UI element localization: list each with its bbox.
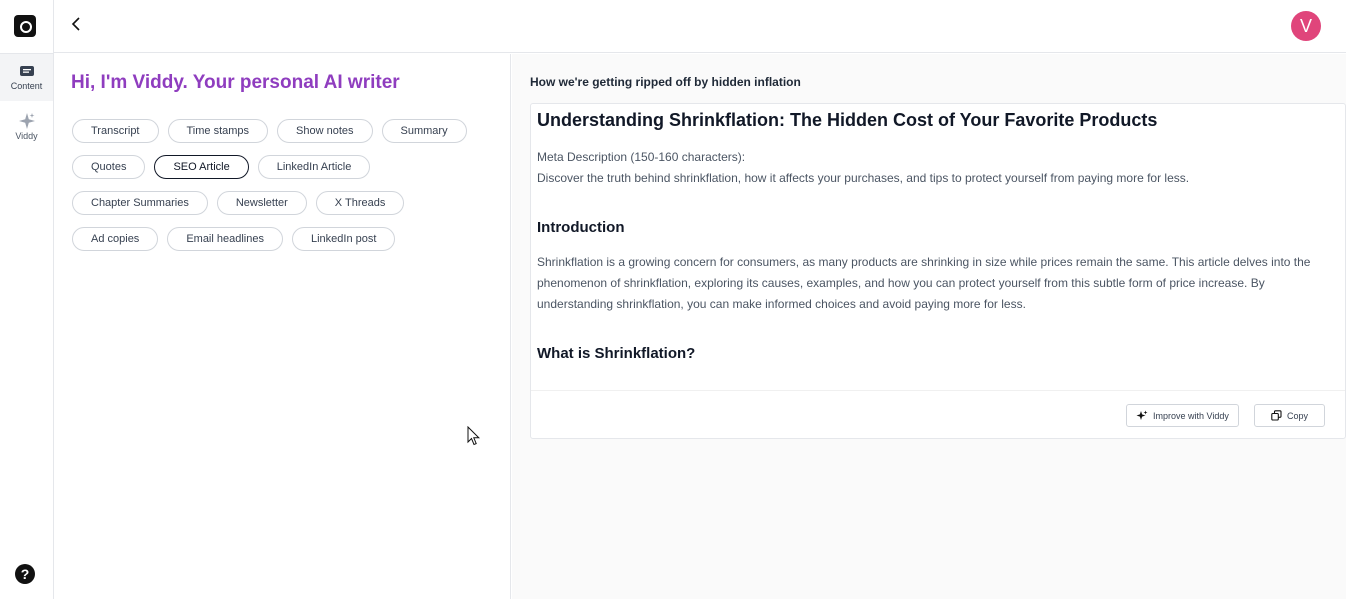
- content-type-chips: Transcript Time stamps Show notes Summar…: [72, 119, 502, 263]
- rail-item-label: Content: [10, 80, 43, 91]
- copy-button-label: Copy: [1287, 410, 1309, 421]
- sparkle-icon: [18, 113, 35, 129]
- chip-ad-copies[interactable]: Ad copies: [72, 227, 159, 251]
- sparkle-icon: [1136, 410, 1148, 422]
- chip-transcript[interactable]: Transcript: [72, 119, 159, 143]
- writer-panel: Hi, I'm Viddy. Your personal AI writer T…: [54, 54, 511, 599]
- improve-with-viddy-button[interactable]: Improve with Viddy: [1126, 404, 1239, 427]
- copy-button[interactable]: Copy: [1254, 404, 1326, 427]
- card-actions: Improve with Viddy Copy: [531, 390, 1345, 438]
- help-icon[interactable]: ?: [15, 564, 35, 584]
- improve-button-label: Improve with Viddy: [1153, 410, 1229, 421]
- chip-linkedin-post[interactable]: LinkedIn post: [291, 227, 396, 251]
- chip-show-notes[interactable]: Show notes: [277, 119, 373, 143]
- meta-description-label: Meta Description (150-160 characters):: [537, 150, 746, 164]
- chevron-left-icon: [71, 17, 80, 31]
- chip-linkedin-article[interactable]: LinkedIn Article: [257, 155, 371, 179]
- back-button[interactable]: [66, 14, 86, 34]
- chip-summary[interactable]: Summary: [381, 119, 467, 143]
- app-logo[interactable]: [14, 15, 36, 37]
- chip-time-stamps[interactable]: Time stamps: [167, 119, 269, 143]
- avatar[interactable]: V: [1291, 11, 1321, 41]
- chip-chapter-summaries[interactable]: Chapter Summaries: [72, 191, 208, 215]
- rail-item-content[interactable]: Content: [0, 54, 53, 101]
- chip-row: Ad copies Email headlines LinkedIn post: [72, 227, 502, 251]
- chip-row: Transcript Time stamps Show notes Summar…: [72, 119, 502, 143]
- chip-x-threads[interactable]: X Threads: [315, 191, 405, 215]
- left-rail: Content Viddy ?: [0, 0, 54, 599]
- chip-seo-article[interactable]: SEO Article: [154, 155, 249, 179]
- chip-email-headlines[interactable]: Email headlines: [167, 227, 283, 251]
- output-panel: How we're getting ripped off by hidden i…: [512, 54, 1346, 599]
- article-card: Understanding Shrinkflation: The Hidden …: [530, 103, 1346, 439]
- chip-row: Quotes SEO Article LinkedIn Article: [72, 155, 502, 179]
- chip-row: Chapter Summaries Newsletter X Threads: [72, 191, 502, 215]
- meta-description-text: Discover the truth behind shrinkflation,…: [537, 171, 1190, 185]
- introduction-paragraph: Shrinkflation is a growing concern for c…: [537, 255, 1311, 311]
- section-heading-introduction: Introduction: [537, 219, 625, 236]
- mouse-cursor-icon: [467, 426, 481, 446]
- article-content[interactable]: Understanding Shrinkflation: The Hidden …: [531, 104, 1345, 390]
- top-bar: V: [54, 0, 1346, 53]
- greeting-heading: Hi, I'm Viddy. Your personal AI writer: [71, 72, 400, 93]
- episode-title: How we're getting ripped off by hidden i…: [530, 75, 801, 89]
- section-heading-what-is: What is Shrinkflation?: [537, 345, 696, 362]
- rail-item-viddy[interactable]: Viddy: [0, 103, 53, 150]
- chip-quotes[interactable]: Quotes: [72, 155, 146, 179]
- chip-newsletter[interactable]: Newsletter: [216, 191, 307, 215]
- content-icon: [19, 65, 34, 76]
- rail-item-label: Viddy: [15, 131, 38, 141]
- copy-icon: [1271, 410, 1282, 421]
- article-title: Understanding Shrinkflation: The Hidden …: [537, 110, 1158, 130]
